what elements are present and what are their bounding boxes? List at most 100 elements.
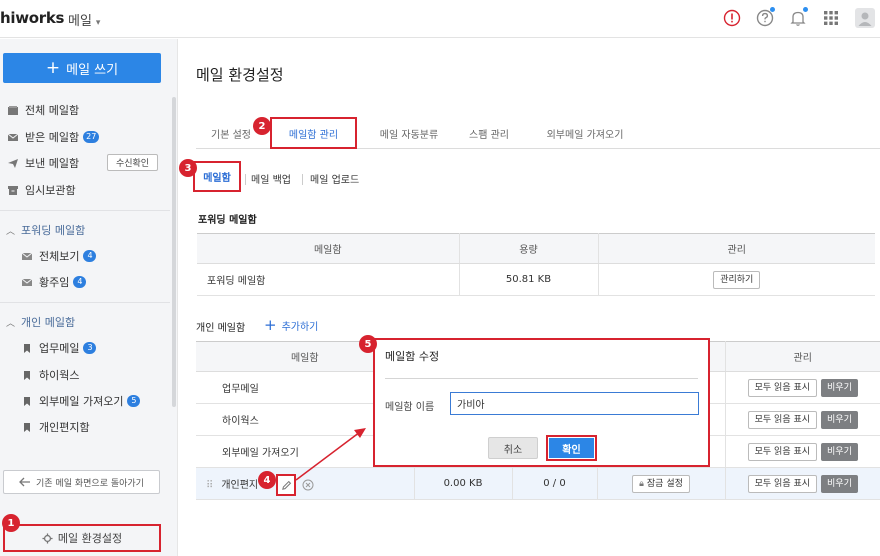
- unread-badge: 4: [83, 250, 97, 262]
- empty-button[interactable]: 비우기: [821, 474, 858, 493]
- drag-handle-icon[interactable]: ⠿: [206, 480, 213, 491]
- edit-mailbox-button[interactable]: [276, 474, 296, 496]
- old-view-label: 기존 메일 화면으로 돌아가기: [36, 478, 144, 489]
- empty-button[interactable]: 비우기: [821, 410, 858, 429]
- sidebar-item-label: 개인편지함: [39, 421, 90, 434]
- add-mailbox-button[interactable]: + 추가하기: [264, 318, 319, 334]
- subtab-upload[interactable]: 메일 업로드: [310, 171, 359, 186]
- mail-settings-link[interactable]: 메일 환경설정: [3, 524, 161, 552]
- sidebar-item-label: 보낸 메일함: [25, 157, 80, 170]
- send-icon: [8, 158, 18, 168]
- logo[interactable]: hiworks: [0, 9, 64, 27]
- tab-spam[interactable]: 스팸 관리: [456, 117, 522, 149]
- column-header: 관리: [725, 341, 880, 372]
- mailbox-name-label: 메일함 이름: [385, 402, 435, 413]
- sidebar-item-personal[interactable]: 개인편지함: [22, 418, 90, 436]
- step-marker-5: 5: [359, 335, 377, 353]
- tab-auto-sort[interactable]: 메일 자동분류: [361, 117, 457, 149]
- mark-all-read-button[interactable]: 모두 읽음 표시: [747, 378, 818, 397]
- subtab-backup[interactable]: 메일 백업: [251, 171, 291, 186]
- sidebar-item-external[interactable]: 외부메일 가져오기 5: [22, 392, 141, 410]
- avatar[interactable]: [854, 7, 876, 29]
- sidebar-item-label: 임시보관함: [25, 184, 76, 197]
- read-receipt-button[interactable]: 수신확인: [107, 154, 158, 171]
- forward-table: 메일함 용량 관리 포워딩 메일함 50.81 KB 관리하기: [197, 233, 875, 296]
- forward-section-title: 포워딩 메일함: [198, 215, 257, 226]
- table-row: 포워딩 메일함 50.81 KB 관리하기: [197, 263, 875, 296]
- confirm-button[interactable]: 확인: [549, 438, 594, 458]
- page-title: 메일 환경설정: [196, 66, 284, 84]
- table-row: ⠿ 개인편지 0.00 KB 0 / 0 🔒︎ 잠금 설정 모두 읽음 표시 비우기: [196, 467, 880, 500]
- old-view-button[interactable]: 기존 메일 화면으로 돌아가기: [3, 470, 160, 494]
- sidebar-item-label: 황주임: [39, 276, 70, 289]
- mark-all-read-button[interactable]: 모두 읽음 표시: [747, 442, 818, 461]
- manage-button[interactable]: 관리하기: [713, 270, 761, 289]
- mailbox-name: 포워딩 메일함: [197, 263, 460, 296]
- gear-icon: [42, 532, 53, 544]
- mark-all-read-button[interactable]: 모두 읽음 표시: [747, 474, 818, 493]
- sidebar-item-label: 전체 메일함: [25, 104, 80, 117]
- sidebar-item-forward-hwang[interactable]: 황주임 4: [22, 273, 87, 291]
- compose-button[interactable]: + 메일 쓰기: [3, 53, 161, 83]
- empty-button[interactable]: 비우기: [821, 378, 858, 397]
- mailbox-size: 50.81 KB: [459, 263, 599, 296]
- empty-button[interactable]: 비우기: [821, 442, 858, 461]
- dialog-divider: [385, 378, 698, 379]
- sidebar-item-label: 받은 메일함: [25, 131, 80, 144]
- sidebar: + 메일 쓰기 전체 메일함 받은 메일함 27 보낸 메일함 수신확인 임시보…: [0, 39, 178, 556]
- sidebar-item-all[interactable]: 전체 메일함: [8, 101, 79, 119]
- sidebar-group-forward[interactable]: ︿ 포워딩 메일함: [6, 222, 85, 238]
- inbox-icon: [22, 252, 32, 260]
- sidebar-divider: [0, 302, 170, 303]
- sidebar-item-label: 업무메일: [39, 342, 80, 355]
- bookmark-icon: [24, 343, 30, 353]
- compose-label: 메일 쓰기: [66, 62, 119, 78]
- sidebar-item-forward-all[interactable]: 전체보기 4: [22, 247, 97, 265]
- inbox-icon: [22, 278, 32, 286]
- sidebar-item-drafts[interactable]: 임시보관함: [8, 181, 76, 199]
- subtab-mailbox[interactable]: 메일함: [193, 161, 241, 192]
- plus-icon: +: [45, 57, 61, 78]
- step-marker-3: 3: [179, 159, 197, 177]
- sidebar-item-label: 전체보기: [39, 250, 80, 263]
- bell-icon[interactable]: [787, 7, 809, 29]
- mailbox-count: 0 / 0: [512, 467, 598, 500]
- help-icon[interactable]: [754, 7, 776, 29]
- cancel-button[interactable]: 취소: [488, 437, 538, 459]
- sidebar-item-inbox[interactable]: 받은 메일함 27: [8, 128, 100, 146]
- apps-grid-icon[interactable]: [820, 7, 842, 29]
- bookmark-icon: [24, 396, 30, 406]
- mailbox-icon: [8, 105, 18, 115]
- sidebar-scrollbar[interactable]: [172, 97, 176, 407]
- tab-mailbox-manage[interactable]: 메일함 관리: [270, 117, 357, 149]
- sidebar-item-work[interactable]: 업무메일 3: [22, 339, 97, 357]
- sidebar-item-sent[interactable]: 보낸 메일함: [8, 154, 79, 172]
- sidebar-item-label: 하이웍스: [39, 369, 80, 382]
- settings-tabs: 기본 설정 메일함 관리 메일 자동분류 스팸 관리 외부메일 가져오기: [196, 117, 880, 149]
- notification-dot: [803, 7, 808, 12]
- group-label: 개인 메일함: [21, 316, 76, 329]
- personal-section-title: 개인 메일함: [196, 323, 246, 334]
- sidebar-group-personal[interactable]: ︿ 개인 메일함: [6, 314, 75, 330]
- unread-badge: 5: [127, 395, 141, 407]
- app-switcher[interactable]: 메일 ▾: [68, 10, 100, 29]
- delete-mailbox-button[interactable]: [302, 479, 314, 494]
- pencil-icon: [281, 480, 291, 490]
- confirm-button-highlight: 확인: [546, 435, 597, 461]
- column-header: 메일함: [197, 233, 460, 264]
- archive-icon: [8, 185, 18, 195]
- settings-label: 메일 환경설정: [57, 532, 123, 545]
- lock-setting-button[interactable]: 🔒︎ 잠금 설정: [632, 474, 690, 493]
- sidebar-item-label: 외부메일 가져오기: [39, 395, 124, 408]
- alert-icon[interactable]: [721, 7, 743, 29]
- mailbox-size: 0.00 KB: [414, 467, 513, 500]
- edit-mailbox-dialog: 메일함 수정 메일함 이름 취소 확인: [373, 338, 710, 467]
- mailbox-name-input[interactable]: [450, 392, 699, 415]
- step-marker-1: 1: [2, 514, 20, 532]
- add-mailbox-label: 추가하기: [281, 322, 319, 333]
- sidebar-item-hiworks[interactable]: 하이웍스: [22, 366, 79, 384]
- unread-badge: 27: [83, 131, 100, 143]
- tab-external-import[interactable]: 외부메일 가져오기: [531, 117, 639, 149]
- mark-all-read-button[interactable]: 모두 읽음 표시: [747, 410, 818, 429]
- lock-icon: 🔒︎: [639, 478, 644, 489]
